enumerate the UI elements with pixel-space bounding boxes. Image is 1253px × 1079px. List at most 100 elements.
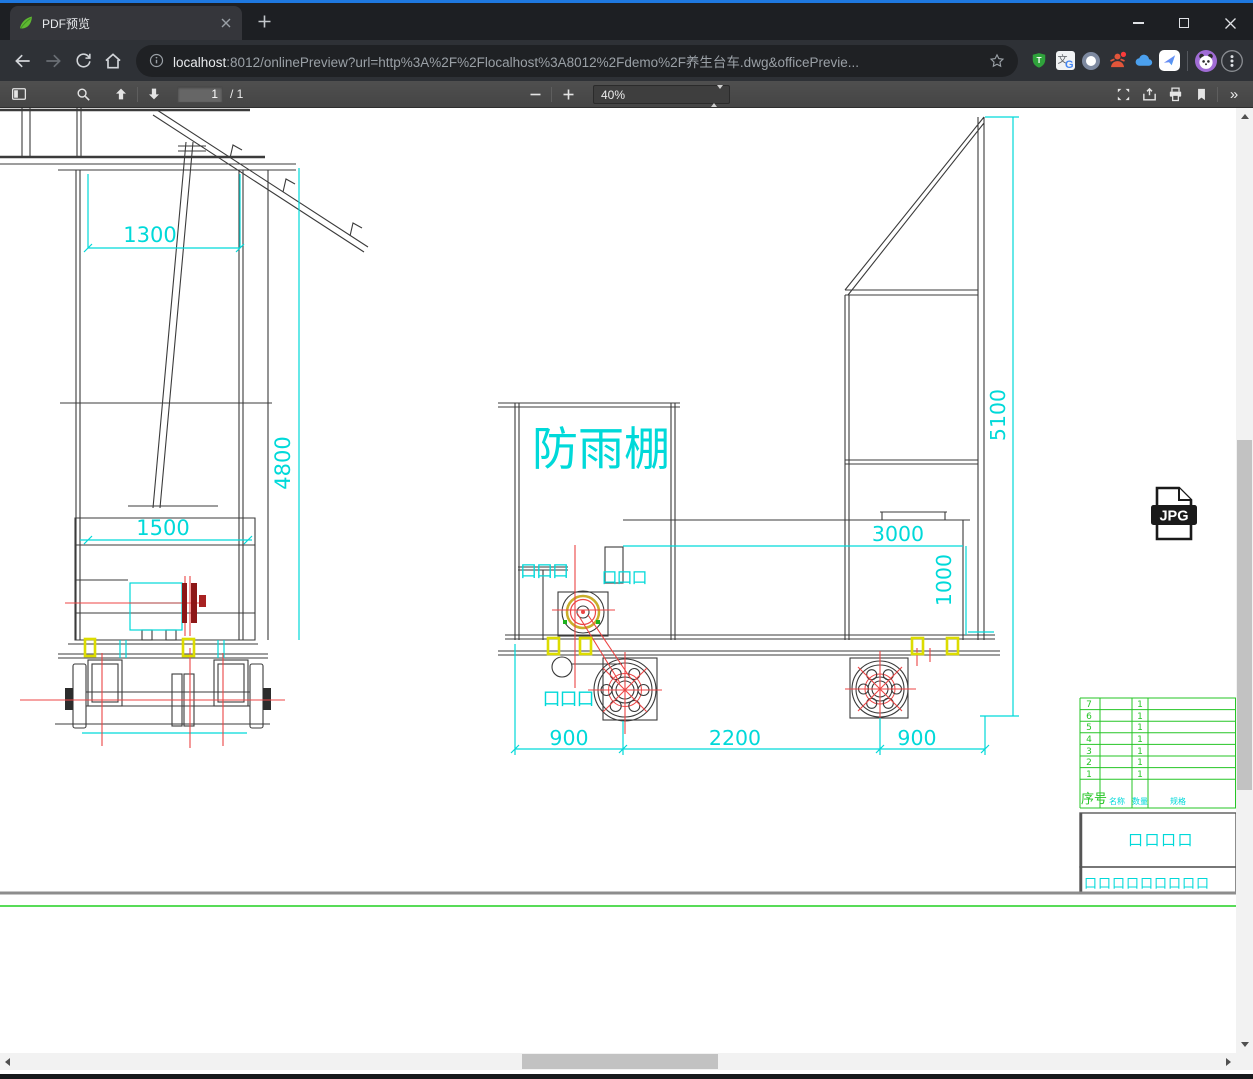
print-button[interactable] (1162, 82, 1188, 107)
dim-900-left: 900 (549, 726, 588, 750)
row-qty: 1 (1137, 723, 1143, 733)
window-bottom-edge (0, 1074, 1253, 1079)
forward-button[interactable] (38, 46, 68, 76)
horizontal-scrollbar[interactable] (0, 1053, 1236, 1070)
scroll-down-arrow-icon[interactable] (1240, 1042, 1249, 1047)
presentation-mode-button[interactable] (1110, 82, 1136, 107)
info-icon[interactable] (148, 52, 165, 69)
header-qty-label: 数量 (1132, 796, 1148, 806)
bookmark-button[interactable] (1188, 82, 1214, 107)
new-tab-button[interactable] (250, 8, 278, 36)
bookmark-star-icon[interactable] (988, 52, 1006, 70)
scroll-right-arrow-icon[interactable] (1226, 1057, 1231, 1066)
jpg-badge-label: JPG (1159, 509, 1188, 525)
vertical-scrollbar[interactable] (1236, 108, 1253, 1053)
placeholder-text-a: 口口口 (520, 562, 568, 582)
scroll-up-arrow-icon[interactable] (1240, 114, 1249, 119)
home-button[interactable] (98, 46, 128, 76)
dim-1500: 1500 (136, 516, 189, 540)
placeholder-text-b: 口口口 (601, 568, 646, 587)
placeholder-text-c: 口口口 (543, 689, 594, 710)
front-view-structure (0, 108, 369, 729)
url-text[interactable]: localhost:8012/onlinePreview?url=http%3A… (173, 51, 988, 71)
header-name-label: 名称 (1109, 796, 1125, 806)
spring-leaf-favicon (20, 16, 32, 29)
toolbar-right-tools: » (1110, 81, 1247, 108)
profile-avatar[interactable] (1193, 47, 1219, 75)
side-view-structure (498, 116, 1000, 721)
dim-5100: 5100 (986, 389, 1010, 441)
row-num: 7 (1086, 700, 1092, 710)
dim-4800: 4800 (271, 436, 295, 489)
page-down-button[interactable] (141, 82, 167, 107)
row-num: 5 (1086, 723, 1092, 733)
url-path: :8012/onlinePreview?url=http%3A%2F%2Floc… (226, 54, 859, 70)
browser-window: PDF预览 localhost:8012/onlinePreview?url=h… (0, 0, 1253, 1079)
title-block-table: 7 1 6 1 5 1 4 1 3 1 2 1 1 1 序号 名称 数量 规格 (1079, 697, 1236, 894)
scrollbar-corner (1236, 1053, 1253, 1070)
tampermonkey-extension-icon[interactable]: T (1026, 47, 1052, 75)
row-qty: 1 (1137, 700, 1143, 710)
header-seq-label: 序号 (1081, 792, 1107, 807)
cloud-extension-icon[interactable] (1130, 47, 1156, 75)
horizontal-scrollbar-thumb[interactable] (522, 1054, 718, 1069)
proxy-extension-icon[interactable] (1104, 47, 1130, 75)
page-up-button[interactable] (108, 82, 134, 107)
address-bar: localhost:8012/onlinePreview?url=http%3A… (0, 40, 1253, 81)
pdf-toolbar: / 1 40% (0, 81, 1253, 108)
row-num: 3 (1086, 747, 1092, 757)
reload-button[interactable] (68, 46, 98, 76)
dim-1000: 1000 (932, 554, 956, 606)
toolbar-divider (1217, 87, 1218, 102)
more-tools-button[interactable]: » (1221, 82, 1247, 107)
search-button[interactable] (70, 82, 96, 107)
ring-extension-icon[interactable] (1078, 47, 1104, 75)
dim-2200: 2200 (709, 726, 761, 750)
url-host: localhost (173, 54, 227, 70)
maximize-button[interactable] (1161, 6, 1207, 40)
zoom-level-value: 40% (601, 87, 626, 102)
scroll-left-arrow-icon[interactable] (5, 1057, 10, 1066)
dim-3000: 3000 (872, 522, 924, 546)
row-num: 1 (1086, 770, 1092, 780)
row-qty: 1 (1137, 758, 1143, 768)
sidebar-toggle-button[interactable] (6, 82, 32, 107)
row-num: 2 (1086, 758, 1092, 768)
browser-tab[interactable]: PDF预览 (10, 6, 242, 40)
pdf-page-canvas[interactable]: 1300 4800 1500 防雨棚 3000 1000 5100 900 22… (0, 108, 1236, 1053)
row-qty: 1 (1137, 712, 1143, 722)
page-total-label: / 1 (230, 87, 244, 101)
row-num: 4 (1086, 735, 1092, 745)
back-button[interactable] (8, 46, 38, 76)
tab-bar: PDF预览 (0, 3, 1253, 40)
rain-shelter-label: 防雨棚 (532, 422, 670, 476)
doc-subtitle-placeholder: 口口口口口口口口口 (1084, 877, 1210, 892)
header-spec-label: 规格 (1170, 796, 1186, 806)
page-number-input[interactable] (177, 85, 223, 103)
close-button[interactable] (1207, 6, 1253, 40)
tab-close-icon[interactable] (217, 15, 234, 32)
vertical-scrollbar-thumb[interactable] (1237, 440, 1252, 790)
bird-extension-icon[interactable] (1156, 47, 1182, 75)
select-arrows-icon (711, 85, 723, 107)
front-view-centerlines-red (20, 576, 285, 748)
url-bar[interactable]: localhost:8012/onlinePreview?url=http%3A… (136, 44, 1018, 77)
zoom-controls: 40% (522, 81, 730, 108)
zoom-in-button[interactable] (555, 82, 581, 107)
doc-title-placeholder: 口口口口 (1128, 831, 1194, 849)
translate-extension-icon[interactable]: 文G (1052, 47, 1078, 75)
minimize-button[interactable] (1115, 6, 1161, 40)
row-qty: 1 (1137, 735, 1143, 745)
tab-title: PDF预览 (42, 16, 91, 31)
dim-900-right: 900 (897, 726, 936, 750)
zoom-out-button[interactable] (522, 82, 548, 107)
zoom-level-select[interactable]: 40% (593, 85, 730, 107)
row-qty: 1 (1137, 747, 1143, 757)
row-num: 6 (1086, 712, 1092, 722)
open-file-button[interactable] (1136, 82, 1162, 107)
chrome-menu-icon[interactable] (1219, 47, 1245, 75)
row-qty: 1 (1137, 770, 1143, 780)
yellow-pads (83, 636, 960, 658)
jpg-file-icon: JPG (1151, 486, 1197, 541)
extensions-tray: T 文G (1026, 47, 1245, 75)
